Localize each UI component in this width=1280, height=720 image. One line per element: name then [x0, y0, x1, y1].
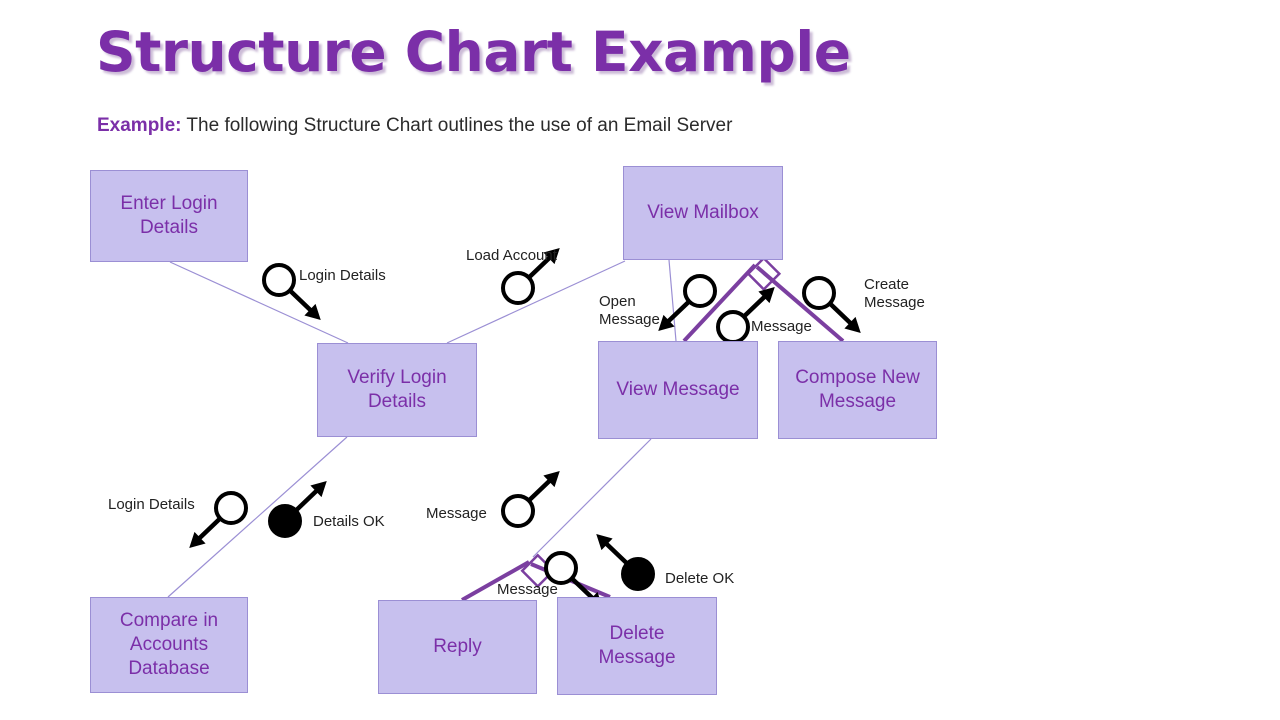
couple-label-delete-ok: Delete OK — [665, 570, 735, 587]
couple-symbol-layer — [189, 247, 861, 609]
module-label: Compare in Accounts Database — [119, 609, 219, 680]
couple-label-load-account-up: Load Account — [466, 247, 557, 264]
module-enter-login-details[interactable]: Enter Login Details — [90, 170, 248, 262]
module-compare-in-accounts-db[interactable]: Compare in Accounts Database — [90, 597, 248, 693]
couple-label-login-details-ret: Login Details — [108, 496, 195, 513]
iteration-view-mailbox-icon — [746, 256, 782, 292]
module-label: Reply — [433, 635, 482, 657]
couple-label-details-ok: Details OK — [313, 513, 385, 530]
module-compose-new-message[interactable]: Compose New Message — [778, 341, 937, 439]
module-label: Compose New Message — [795, 366, 920, 412]
couple-open-message-down-icon — [658, 274, 717, 332]
slide-canvas: Structure Chart Example Example: The fol… — [0, 0, 1280, 720]
couple-label-create-message-down: Create Message — [864, 276, 925, 311]
connection-viewmsg-to-reply-thin — [532, 438, 652, 558]
module-delete-message[interactable]: Delete Message — [557, 597, 717, 695]
connection-mailbox-iter-left — [682, 263, 757, 343]
module-verify-login-details[interactable]: Verify Login Details — [317, 343, 477, 437]
couple-delete-ok-icon — [596, 533, 655, 591]
module-label: Delete Message — [598, 622, 676, 668]
couple-label-open-message-down: Open Message — [599, 293, 660, 328]
couple-create-message-down-icon — [802, 276, 861, 334]
couple-login-details-ret-icon — [189, 491, 248, 549]
couple-label-login-details-down: Login Details — [299, 267, 386, 284]
module-view-message[interactable]: View Message — [598, 341, 758, 439]
subtitle-lead: Example: — [97, 115, 182, 136]
subtitle: Example: The following Structure Chart o… — [97, 114, 732, 139]
module-reply[interactable]: Reply — [378, 600, 537, 694]
couple-label-message-up-viewmsg: Message — [426, 505, 487, 522]
couple-label-message-down-reply: Message — [497, 581, 558, 598]
module-label: View Message — [616, 378, 740, 400]
page-title: Structure Chart Example — [96, 20, 851, 84]
couple-label-message-up-mailbox: Message — [751, 318, 812, 335]
module-label: View Mailbox — [647, 201, 759, 223]
couple-message-up-viewmsg-icon — [501, 470, 560, 528]
connection-mailbox-to-view-msg — [668, 259, 677, 342]
module-label: Enter Login Details — [120, 192, 218, 238]
module-view-mailbox[interactable]: View Mailbox — [623, 166, 783, 260]
module-label: Verify Login Details — [347, 366, 447, 412]
subtitle-rest: The following Structure Chart outlines t… — [181, 115, 733, 136]
